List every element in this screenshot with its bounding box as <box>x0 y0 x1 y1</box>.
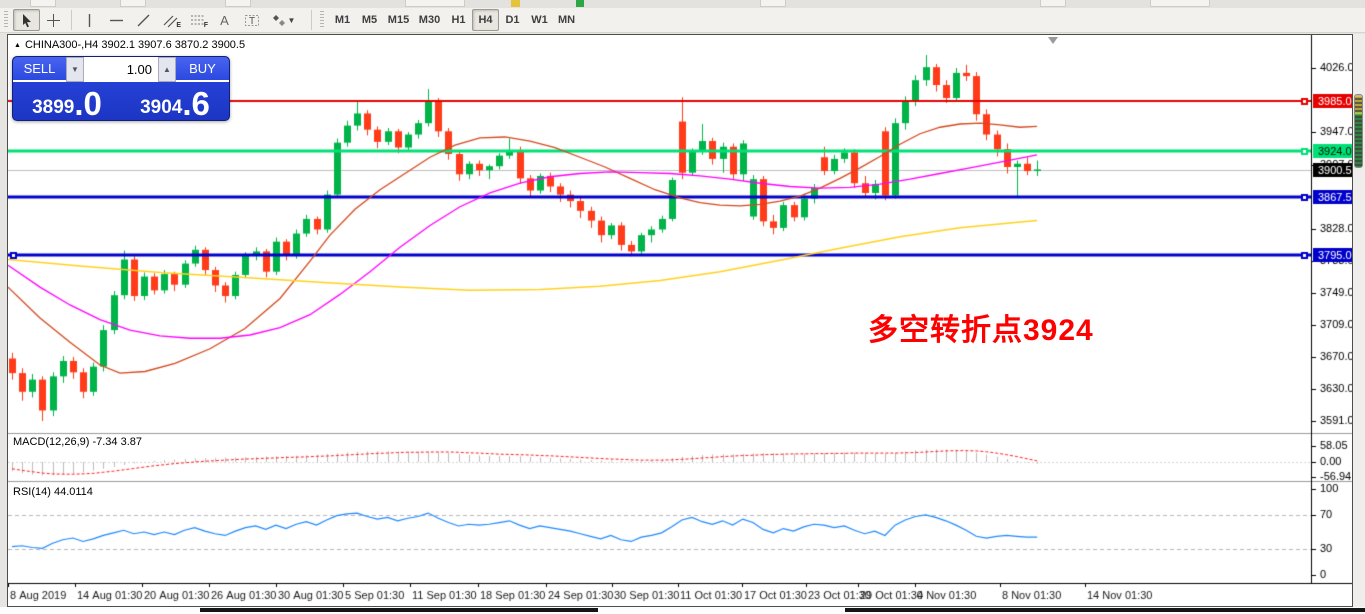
timeframe-h1-button[interactable]: H1 <box>445 9 472 31</box>
toolbar-separator <box>311 10 312 30</box>
text-tool-button[interactable]: A <box>211 9 238 31</box>
fibonacci-tool-button[interactable]: F <box>184 9 211 31</box>
text-icon: A <box>217 13 232 28</box>
volume-input[interactable]: 1.00 <box>84 57 158 82</box>
crosshair-tool-button[interactable] <box>40 9 67 31</box>
timeframe-m15-button[interactable]: M15 <box>383 9 414 31</box>
horizontal-line-icon <box>109 13 124 28</box>
bottom-panel-edge-segment <box>200 608 598 612</box>
chart-window: ▲ CHINA300-,H4 3902.1 3907.6 3870.2 3900.… <box>7 34 1353 607</box>
buy-price-display[interactable]: 3904 .6 <box>121 82 229 120</box>
toolbar-separator <box>71 10 72 30</box>
fibonacci-f-sub: F <box>204 22 208 29</box>
toolbar-fragment <box>120 0 146 7</box>
svg-text:A: A <box>220 13 229 28</box>
sell-price-fraction: .0 <box>74 90 102 117</box>
shapes-icon <box>271 13 287 28</box>
vertical-line-icon <box>82 13 97 28</box>
cursor-tool-button[interactable] <box>13 9 40 31</box>
arrows-shapes-tool-button[interactable]: ▼ <box>265 9 301 31</box>
timeframe-d1-button[interactable]: D1 <box>499 9 526 31</box>
vertical-line-tool-button[interactable] <box>76 9 103 31</box>
timeframe-grip[interactable] <box>320 11 324 29</box>
toolbar-fragment-green-icon <box>576 0 584 7</box>
cursor-icon <box>19 13 34 28</box>
buy-price-fraction: .6 <box>182 90 210 117</box>
top-cutoff-toolbar-strip <box>0 0 1365 8</box>
sell-price-display[interactable]: 3899 .0 <box>13 82 121 120</box>
text-label-icon: T <box>244 13 260 28</box>
one-click-trading-panel: SELL ▼ 1.00 ▲ BUY 3899 .0 3904 .6 <box>12 56 230 121</box>
toolbar-fragment <box>1150 0 1210 7</box>
svg-text:T: T <box>248 16 254 27</box>
rsi-indicator-label: RSI(14) 44.0114 <box>13 486 93 498</box>
toolbar-fragment <box>405 0 465 7</box>
bottom-panel-edge-segment <box>845 608 1365 612</box>
buy-price-main: 3904 <box>140 98 182 117</box>
macd-indicator-label: MACD(12,26,9) -7.34 3.87 <box>13 436 142 448</box>
bottom-window-edge <box>0 607 1365 614</box>
timeframe-h4-button[interactable]: H4 <box>472 9 499 31</box>
timeframe-m1-button[interactable]: M1 <box>329 9 356 31</box>
trendline-icon <box>136 13 151 28</box>
symbol-ohlc-text: CHINA300-,H4 3902.1 3907.6 3870.2 3900.5 <box>25 39 245 51</box>
timeframe-mn-button[interactable]: MN <box>553 9 580 31</box>
timeframe-w1-button[interactable]: W1 <box>526 9 553 31</box>
buy-button[interactable]: BUY <box>176 57 229 82</box>
chart-shift-marker-icon[interactable] <box>1048 37 1058 44</box>
volume-increase-button[interactable]: ▲ <box>158 57 176 82</box>
channel-e-sub: E <box>176 22 181 29</box>
shapes-dropdown-caret[interactable]: ▼ <box>288 16 296 25</box>
timeframe-m5-button[interactable]: M5 <box>356 9 383 31</box>
trendline-tool-button[interactable] <box>130 9 157 31</box>
equidistant-channel-tool-button[interactable]: E <box>157 9 184 31</box>
toolbar-grip[interactable] <box>4 11 8 29</box>
volume-decrease-button[interactable]: ▼ <box>66 57 84 82</box>
crosshair-icon <box>46 13 61 28</box>
right-scrollbar-track[interactable] <box>1353 34 1365 607</box>
symbol-triangle-icon: ▲ <box>14 42 21 49</box>
chart-text-annotation[interactable]: 多空转折点3924 <box>868 305 1094 349</box>
toolbar-fragment <box>225 0 251 7</box>
right-scrollbar-thumb[interactable] <box>1354 94 1363 168</box>
horizontal-line-tool-button[interactable] <box>103 9 130 31</box>
text-label-tool-button[interactable]: T <box>238 9 265 31</box>
sell-price-main: 3899 <box>32 98 74 117</box>
toolbar-fragment <box>1040 0 1066 7</box>
sell-button[interactable]: SELL <box>13 57 66 82</box>
drawing-toolbar: E F A T ▼ M1 M5 M15 M30 H1 H4 D1 W1 MN <box>0 8 1365 33</box>
symbol-ohlc-header: ▲ CHINA300-,H4 3902.1 3907.6 3870.2 3900.… <box>14 39 245 51</box>
toolbar-fragment-yellow-icon <box>511 0 520 7</box>
timeframe-m30-button[interactable]: M30 <box>414 9 445 31</box>
toolbar-fragment <box>760 0 786 7</box>
toolbar-fragment <box>30 0 56 7</box>
